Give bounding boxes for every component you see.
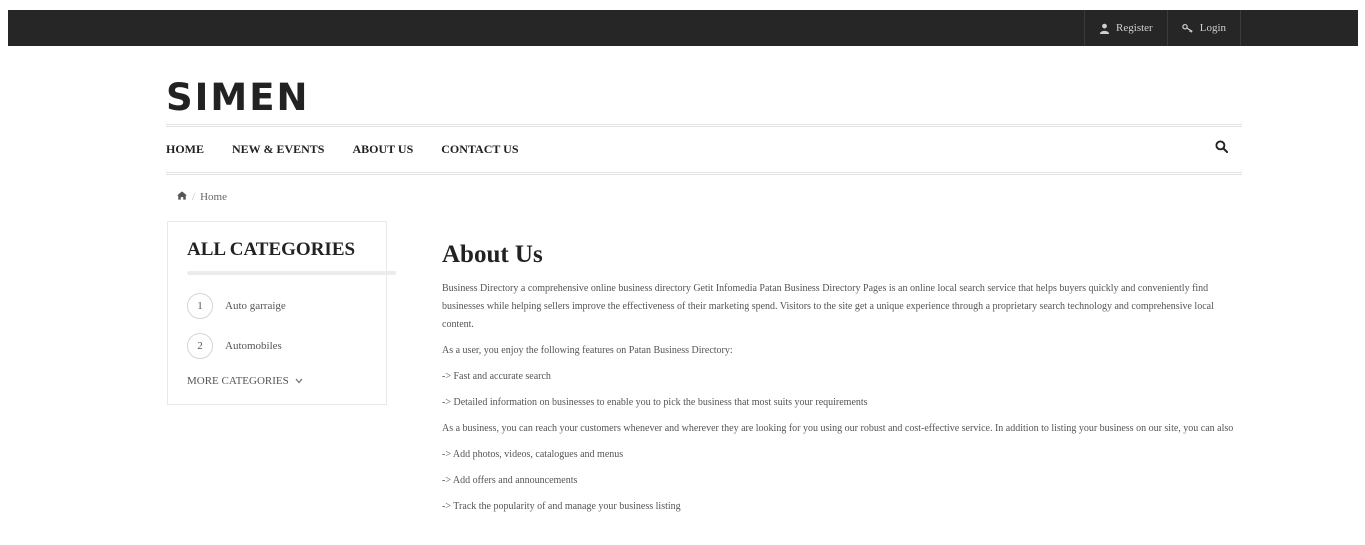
user-icon: [1099, 23, 1110, 34]
category-item[interactable]: 2 Automobiles: [187, 333, 282, 359]
main-nav: HOME NEW & EVENTS ABOUT US CONTACT US: [166, 124, 1242, 175]
feature-item: -> Track the popularity of and manage yo…: [442, 501, 681, 512]
breadcrumb-separator: /: [192, 191, 196, 203]
feature-item: -> Add offers and announcements: [442, 475, 578, 486]
breadcrumb-home[interactable]: Home: [200, 191, 227, 203]
register-link[interactable]: Register: [1084, 10, 1167, 46]
content-paragraph: As a user, you enjoy the following featu…: [442, 345, 733, 356]
more-categories-button[interactable]: MORE CATEGORIES: [187, 375, 303, 387]
login-link[interactable]: Login: [1166, 10, 1241, 46]
site-logo[interactable]: SIMEN: [166, 76, 309, 119]
page-title: About Us: [442, 241, 543, 268]
top-bar: Register Login: [8, 10, 1358, 46]
nav-item-home[interactable]: HOME: [166, 142, 204, 157]
account-links: Register Login: [1084, 10, 1241, 46]
content-paragraph: As a business, you can reach your custom…: [442, 423, 1234, 434]
feature-item: -> Add photos, videos, catalogues and me…: [442, 449, 624, 460]
nav-menu: HOME NEW & EVENTS ABOUT US CONTACT US: [166, 127, 547, 172]
search-icon[interactable]: [1215, 140, 1229, 158]
login-label: Login: [1199, 22, 1226, 34]
more-categories-label: MORE CATEGORIES: [187, 375, 289, 387]
feature-item: -> Fast and accurate search: [442, 371, 551, 382]
categories-sidebar: ALL CATEGORIES 1 Auto garraige 2 Automob…: [167, 221, 396, 405]
register-label: Register: [1116, 22, 1153, 34]
nav-item-news-events[interactable]: NEW & EVENTS: [232, 142, 324, 157]
sidebar-divider: [187, 271, 396, 275]
feature-item: -> Detailed information on businesses to…: [442, 397, 868, 408]
category-label: Auto garraige: [225, 300, 286, 312]
category-number: 1: [187, 293, 213, 319]
chevron-down-icon: [295, 375, 303, 387]
key-icon: [1181, 23, 1194, 33]
content-paragraph: Business Directory a comprehensive onlin…: [442, 283, 1214, 330]
home-icon[interactable]: [177, 191, 187, 203]
category-label: Automobiles: [225, 340, 282, 352]
breadcrumb: / Home: [177, 191, 227, 203]
category-item[interactable]: 1 Auto garraige: [187, 293, 286, 319]
nav-item-about-us[interactable]: ABOUT US: [352, 142, 413, 157]
category-number: 2: [187, 333, 213, 359]
main-content: About Us Business Directory a comprehens…: [442, 240, 1242, 524]
sidebar-title: ALL CATEGORIES: [187, 239, 356, 260]
nav-item-contact-us[interactable]: CONTACT US: [441, 142, 518, 157]
